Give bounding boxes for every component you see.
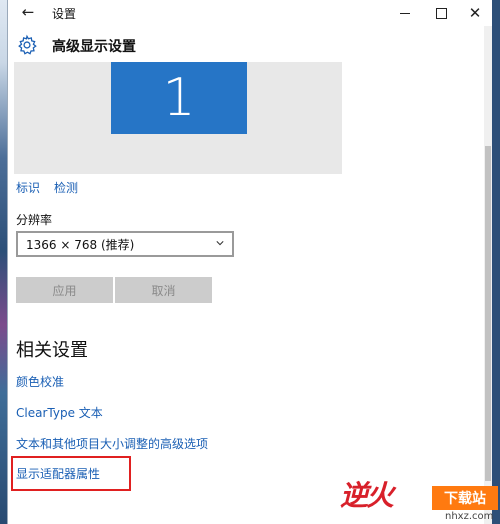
settings-window: ← 设置 ✕ 高级显示设置 1 标识 检测 分辨率 1366 × 768 (推荐… — [8, 0, 492, 524]
resolution-dropdown[interactable]: 1366 × 768 (推荐) — [16, 231, 234, 257]
advanced-sizing-link[interactable]: 文本和其他项目大小调整的高级选项 — [16, 435, 208, 452]
cleartype-text-link[interactable]: ClearType 文本 — [16, 404, 103, 421]
identify-link[interactable]: 标识 — [16, 179, 40, 196]
gear-icon — [18, 34, 37, 55]
desktop-background — [0, 0, 8, 524]
watermark-badge: 下载站 — [432, 486, 498, 510]
scrollbar[interactable] — [484, 26, 492, 524]
display-arrangement-area: 1 — [14, 62, 342, 174]
watermark-logo: 逆火 — [340, 479, 394, 512]
monitor-tile[interactable]: 1 — [111, 62, 247, 134]
watermark-url: nhxz.com — [445, 511, 494, 522]
maximize-icon — [435, 7, 447, 19]
back-arrow-icon[interactable]: ← — [18, 3, 38, 21]
page-header: 高级显示设置 — [8, 30, 492, 62]
resolution-label: 分辨率 — [16, 213, 53, 227]
watermark: 逆火 下载站 nhxz.com — [340, 468, 500, 524]
cancel-button[interactable]: 取消 — [115, 277, 212, 303]
close-button[interactable]: ✕ — [456, 0, 492, 26]
resolution-value: 1366 × 768 (推荐) — [26, 238, 135, 252]
scrollbar-thumb[interactable] — [485, 146, 491, 481]
title-bar: ← 设置 ✕ — [8, 0, 492, 26]
page-title: 高级显示设置 — [52, 39, 136, 55]
apply-button[interactable]: 应用 — [16, 277, 113, 303]
detect-link[interactable]: 检测 — [54, 179, 78, 196]
highlight-box — [11, 456, 131, 491]
minimize-button[interactable] — [386, 0, 424, 26]
color-calibration-link[interactable]: 颜色校准 — [16, 373, 64, 390]
maximize-button[interactable] — [422, 0, 460, 26]
related-settings-title: 相关设置 — [16, 340, 88, 361]
window-title: 设置 — [52, 7, 77, 21]
chevron-down-icon — [216, 241, 224, 246]
minimize-icon — [400, 12, 410, 14]
